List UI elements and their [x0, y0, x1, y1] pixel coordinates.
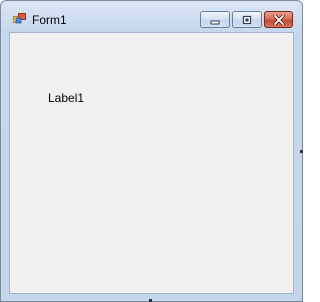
app-icon[interactable]	[13, 13, 26, 25]
form-client-area: Label1	[9, 32, 294, 294]
caption-buttons	[200, 11, 293, 30]
window-title: Form1	[32, 13, 67, 27]
title-bar[interactable]: Form1	[1, 1, 302, 32]
minimize-icon	[210, 20, 220, 24]
maximize-icon	[242, 15, 252, 24]
close-button[interactable]	[264, 11, 293, 28]
maximize-button[interactable]	[232, 11, 262, 28]
form-window: Form1 Label1	[0, 0, 303, 302]
resize-handle-right[interactable]	[300, 150, 303, 153]
minimize-button[interactable]	[200, 11, 230, 28]
label1: Label1	[48, 91, 85, 105]
close-icon	[272, 14, 285, 25]
